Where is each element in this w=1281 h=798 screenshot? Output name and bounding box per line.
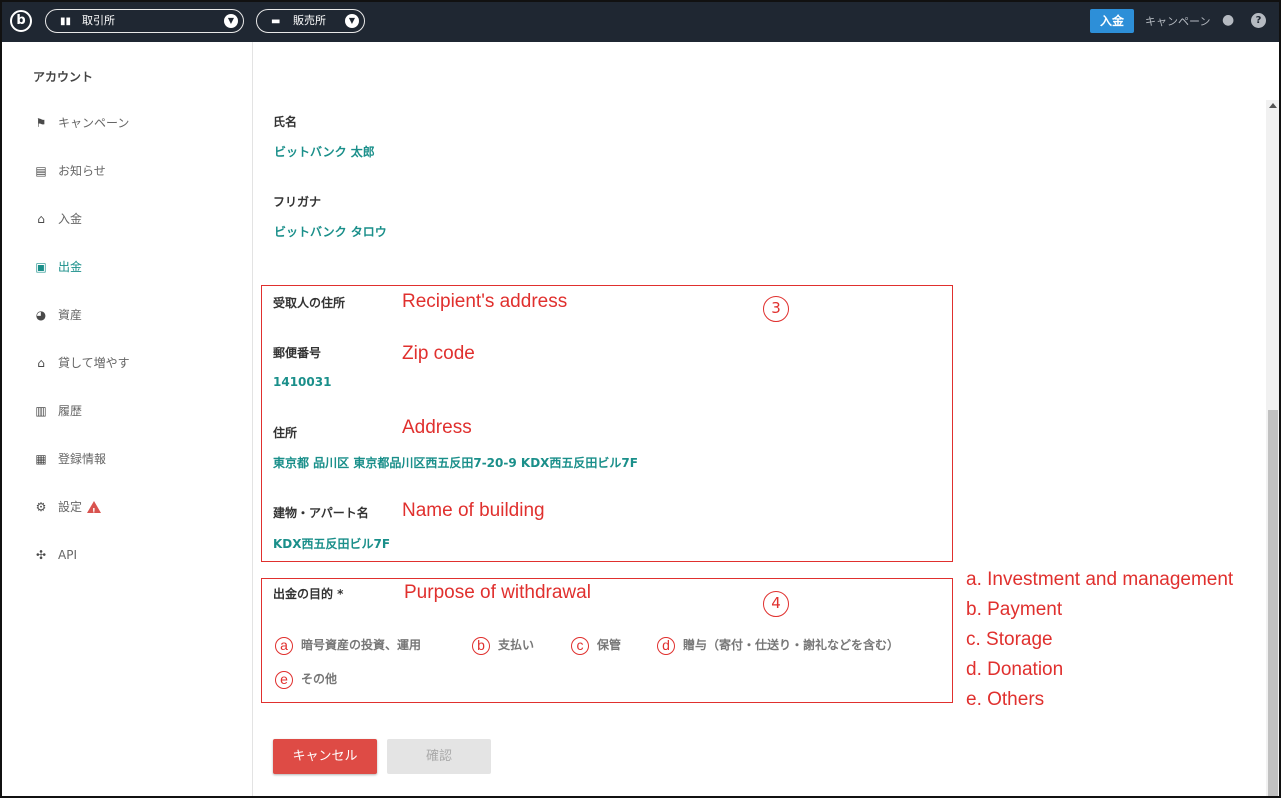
sidebar-item-label: お知らせ <box>58 164 106 178</box>
bar-chart-icon: ▮▮ <box>60 16 72 27</box>
purpose-option-b[interactable]: b 支払い <box>472 635 534 655</box>
zip-label: 郵便番号 <box>273 346 322 360</box>
building-label: 建物・アパート名 <box>273 506 369 520</box>
sidebar-title: アカウント <box>33 70 94 84</box>
app-window: b ▮▮ 取引所 ▼ ▬ 販売所 ▼ 入金 キャンペーン ● ? アカウント ⚑ キャ… <box>0 0 1281 798</box>
help-icon[interactable]: ? <box>1251 13 1266 28</box>
sidebar-item-label: キャンペーン <box>58 116 130 130</box>
kana-label: フリガナ <box>273 195 322 209</box>
building-value: KDX西五反田ビル7F <box>273 537 391 551</box>
marker-4: 4 <box>763 591 789 617</box>
legend-line-d: d. Donation <box>966 659 1064 680</box>
purpose-annotation: Purpose of withdrawal <box>404 582 591 603</box>
option-letter-d: d <box>657 636 675 655</box>
flag-icon: ⚑ <box>35 116 47 130</box>
sidebar-item-label: 資産 <box>58 308 83 322</box>
purpose-option-d[interactable]: d 贈与（寄付・仕送り・謝礼などを含む） <box>657 635 899 655</box>
store-dropdown[interactable]: ▬ 販売所 ▼ <box>256 9 365 33</box>
sidebar-item-lending[interactable]: ⌂ 貸して増やす <box>33 353 130 373</box>
sidebar-item-news[interactable]: ▤ お知らせ <box>33 161 106 181</box>
clipboard-icon: ▥ <box>35 404 47 418</box>
bank-icon: ⌂ <box>37 212 45 226</box>
address-value: 東京都 品川区 東京都品川区西五反田7-20-9 KDX西五反田ビル7F <box>273 456 638 470</box>
legend-line-b: b. Payment <box>966 599 1063 620</box>
sidebar-item-settings[interactable]: ⚙ 設定 <box>33 497 102 522</box>
address-annotation: Address <box>402 417 472 438</box>
option-letter-c: c <box>571 636 589 655</box>
option-letter-b: b <box>472 636 490 655</box>
purpose-option-a[interactable]: a 暗号資産の投資、運用 <box>275 635 421 655</box>
sidebar-item-label: 貸して増やす <box>58 356 130 370</box>
cancel-button[interactable]: キャンセル <box>273 739 377 774</box>
purpose-label: 出金の目的 * <box>273 587 344 601</box>
bank-icon: ⌂ <box>37 356 45 370</box>
option-label: 支払い <box>498 638 535 652</box>
recipient-address-annotation: Recipient's address <box>402 291 568 312</box>
option-label: 暗号資産の投資、運用 <box>301 638 422 652</box>
legend-line-e: e. Others <box>966 689 1045 710</box>
sidebar-item-withdrawal[interactable]: ▣ 出金 <box>33 257 82 277</box>
gear-icon: ⚙ <box>35 500 47 514</box>
api-icon: ✣ <box>35 548 47 562</box>
scrollbar[interactable] <box>1266 100 1279 796</box>
option-letter-a: a <box>275 636 293 655</box>
sidebar-item-registration[interactable]: ▦ 登録情報 <box>33 449 106 469</box>
kana-value: ビットバンク タロウ <box>274 225 387 239</box>
message-icon: ▤ <box>35 164 47 178</box>
pie-chart-icon: ◕ <box>35 308 47 322</box>
option-label: 贈与（寄付・仕送り・謝礼などを含む） <box>683 638 900 652</box>
user-icon[interactable]: ● <box>1222 12 1234 28</box>
sidebar-item-label: API <box>58 548 77 562</box>
store-icon: ▬ <box>271 16 281 27</box>
sidebar-item-assets[interactable]: ◕ 資産 <box>33 305 82 325</box>
option-label: その他 <box>301 672 338 686</box>
sidebar-item-deposit[interactable]: ⌂ 入金 <box>33 209 82 229</box>
wallet-icon: ▣ <box>35 260 47 274</box>
building-annotation: Name of building <box>402 500 545 521</box>
option-label: 保管 <box>597 638 622 652</box>
id-badge-icon: ▦ <box>35 452 47 466</box>
sidebar-item-campaign[interactable]: ⚑ キャンペーン <box>33 113 130 133</box>
name-value: ビットバンク 太郎 <box>274 145 375 159</box>
legend-line-a: a. Investment and management <box>966 569 1234 590</box>
sidebar-item-label: 出金 <box>58 260 83 274</box>
option-letter-e: e <box>275 670 293 689</box>
confirm-button[interactable]: 確認 <box>387 739 491 774</box>
sidebar-item-history[interactable]: ▥ 履歴 <box>33 401 82 421</box>
marker-3: 3 <box>763 296 789 322</box>
sidebar-item-label: 登録情報 <box>58 452 107 466</box>
top-bar: b ▮▮ 取引所 ▼ ▬ 販売所 ▼ 入金 キャンペーン ● ? <box>2 2 1279 42</box>
zip-annotation: Zip code <box>402 343 475 364</box>
purpose-option-c[interactable]: c 保管 <box>571 635 621 655</box>
warning-icon <box>87 501 102 522</box>
name-label: 氏名 <box>273 115 298 129</box>
deposit-button[interactable]: 入金 <box>1090 9 1134 33</box>
sidebar-item-label: 入金 <box>58 212 83 226</box>
scroll-thumb[interactable] <box>1268 410 1278 796</box>
exchange-dropdown[interactable]: ▮▮ 取引所 ▼ <box>45 9 244 33</box>
chevron-down-icon: ▼ <box>224 14 238 28</box>
exchange-label: 取引所 <box>82 14 115 27</box>
sidebar-item-label: 設定 <box>58 500 83 514</box>
chevron-down-icon: ▼ <box>345 14 359 28</box>
zip-value: 1410031 <box>273 375 332 389</box>
sidebar-item-label: 履歴 <box>58 404 83 418</box>
bitbank-logo[interactable]: b <box>10 10 32 32</box>
sidebar-item-api[interactable]: ✣ API <box>33 545 77 565</box>
scroll-up-arrow-icon[interactable] <box>1269 103 1277 108</box>
store-label: 販売所 <box>293 14 326 27</box>
purpose-option-e[interactable]: e その他 <box>275 669 337 689</box>
legend-line-c: c. Storage <box>966 629 1053 650</box>
sidebar: アカウント ⚑ キャンペーン ▤ お知らせ ⌂ 入金 ▣ 出金 ◕ 資産 ⌂ 貸して増やす … <box>2 42 253 796</box>
campaign-link[interactable]: キャンペーン <box>1145 13 1210 29</box>
recipient-address-label: 受取人の住所 <box>273 296 346 310</box>
address-label: 住所 <box>273 426 298 440</box>
